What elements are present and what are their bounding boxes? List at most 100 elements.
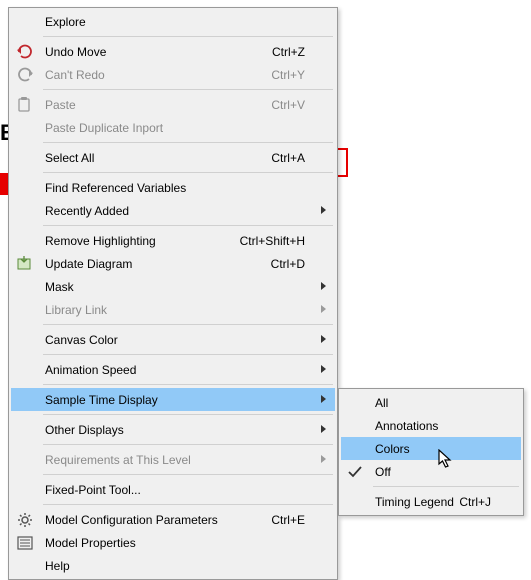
menu-item-shortcut: Ctrl+V (271, 98, 317, 112)
icon-slot (341, 490, 369, 513)
icon-slot (11, 388, 39, 411)
chevron-right-icon (321, 365, 327, 374)
menu-separator (373, 486, 519, 487)
menu-item-label: Mask (39, 280, 317, 294)
properties-icon (17, 535, 33, 551)
menu-item-all[interactable]: All (341, 391, 521, 414)
submenu-arrow-slot (317, 365, 331, 374)
icon-slot (341, 391, 369, 414)
check-icon (347, 464, 363, 480)
menu-item-label: Explore (39, 15, 317, 29)
icon-slot (11, 40, 39, 63)
menu-item-label: Annotations (369, 419, 503, 433)
chevron-right-icon (321, 206, 327, 215)
menu-item-animation-speed[interactable]: Animation Speed (11, 358, 335, 381)
icon-slot (11, 93, 39, 116)
menu-item-off[interactable]: Off (341, 460, 521, 483)
menu-item-label: Recently Added (39, 204, 317, 218)
icon-slot (11, 116, 39, 139)
icon-slot (11, 199, 39, 222)
menu-item-label: Can't Redo (39, 68, 271, 82)
menu-item-canvas-color[interactable]: Canvas Color (11, 328, 335, 351)
icon-slot (11, 63, 39, 86)
menu-item-label: Library Link (39, 303, 317, 317)
menu-item-label: Update Diagram (39, 257, 271, 271)
chevron-right-icon (321, 425, 327, 434)
chevron-right-icon (321, 282, 327, 291)
menu-item-colors[interactable]: Colors (341, 437, 521, 460)
menu-item-shortcut: Ctrl+D (271, 257, 317, 271)
menu-item-label: Sample Time Display (39, 393, 317, 407)
menu-item-annotations[interactable]: Annotations (341, 414, 521, 437)
menu-item-shortcut: Ctrl+A (271, 151, 317, 165)
menu-item-label: Select All (39, 151, 271, 165)
icon-slot (11, 275, 39, 298)
menu-separator (43, 225, 333, 226)
gear-icon (17, 512, 33, 528)
menu-item-mask[interactable]: Mask (11, 275, 335, 298)
sample-time-display-submenu: All Annotations Colors Off Timing LegendCtrl… (338, 388, 524, 516)
icon-slot (11, 229, 39, 252)
menu-item-label: Help (39, 559, 317, 573)
menu-item-shortcut: Ctrl+Shift+H (240, 234, 317, 248)
menu-item-update-diagram[interactable]: Update DiagramCtrl+D (11, 252, 335, 275)
menu-item-label: All (369, 396, 503, 410)
menu-item-shortcut: Ctrl+E (271, 513, 317, 527)
icon-slot (341, 460, 369, 483)
icon-slot (11, 328, 39, 351)
menu-item-label: Off (369, 465, 503, 479)
menu-separator (43, 89, 333, 90)
menu-item-find-referenced-variables[interactable]: Find Referenced Variables (11, 176, 335, 199)
menu-item-label: Canvas Color (39, 333, 317, 347)
menu-item-label: Other Displays (39, 423, 317, 437)
menu-item-explore[interactable]: Explore (11, 10, 335, 33)
menu-item-label: Paste Duplicate Inport (39, 121, 317, 135)
menu-item-model-properties[interactable]: Model Properties (11, 531, 335, 554)
submenu-arrow-slot (317, 305, 331, 314)
menu-item-shortcut: Ctrl+Y (271, 68, 317, 82)
menu-separator (43, 504, 333, 505)
menu-item-help[interactable]: Help (11, 554, 335, 577)
menu-item-label: Requirements at This Level (39, 453, 317, 467)
menu-item-undo-move[interactable]: Undo MoveCtrl+Z (11, 40, 335, 63)
menu-separator (43, 172, 333, 173)
menu-item-sample-time-display[interactable]: Sample Time Display (11, 388, 335, 411)
chevron-right-icon (321, 455, 327, 464)
update-icon (17, 256, 33, 272)
menu-item-label: Animation Speed (39, 363, 317, 377)
menu-item-timing-legend[interactable]: Timing LegendCtrl+J (341, 490, 521, 513)
undo-icon (17, 44, 33, 60)
menu-item-label: Find Referenced Variables (39, 181, 317, 195)
icon-slot (11, 146, 39, 169)
menu-item-recently-added[interactable]: Recently Added (11, 199, 335, 222)
menu-item-library-link: Library Link (11, 298, 335, 321)
submenu-arrow-slot (317, 395, 331, 404)
menu-item-model-configuration-parameters[interactable]: Model Configuration ParametersCtrl+E (11, 508, 335, 531)
menu-separator (43, 36, 333, 37)
submenu-arrow-slot (317, 425, 331, 434)
icon-slot (11, 298, 39, 321)
icon-slot (11, 478, 39, 501)
menu-item-label: Paste (39, 98, 271, 112)
submenu-arrow-slot (317, 282, 331, 291)
menu-separator (43, 384, 333, 385)
menu-item-paste: PasteCtrl+V (11, 93, 335, 116)
menu-separator (43, 474, 333, 475)
context-menu: ExploreUndo MoveCtrl+ZCan't RedoCtrl+YPa… (8, 7, 338, 580)
menu-item-label: Colors (369, 442, 503, 456)
menu-item-other-displays[interactable]: Other Displays (11, 418, 335, 441)
menu-item-paste-duplicate-inport: Paste Duplicate Inport (11, 116, 335, 139)
icon-slot (11, 358, 39, 381)
chevron-right-icon (321, 305, 327, 314)
menu-item-remove-highlighting[interactable]: Remove HighlightingCtrl+Shift+H (11, 229, 335, 252)
menu-item-fixed-point-tool[interactable]: Fixed-Point Tool... (11, 478, 335, 501)
icon-slot (11, 252, 39, 275)
menu-item-select-all[interactable]: Select AllCtrl+A (11, 146, 335, 169)
submenu-arrow-slot (317, 335, 331, 344)
icon-slot (11, 531, 39, 554)
menu-item-can-t-redo: Can't RedoCtrl+Y (11, 63, 335, 86)
menu-item-label: Timing Legend (369, 495, 459, 509)
submenu-arrow-slot (317, 455, 331, 464)
chevron-right-icon (321, 335, 327, 344)
menu-item-label: Model Configuration Parameters (39, 513, 271, 527)
